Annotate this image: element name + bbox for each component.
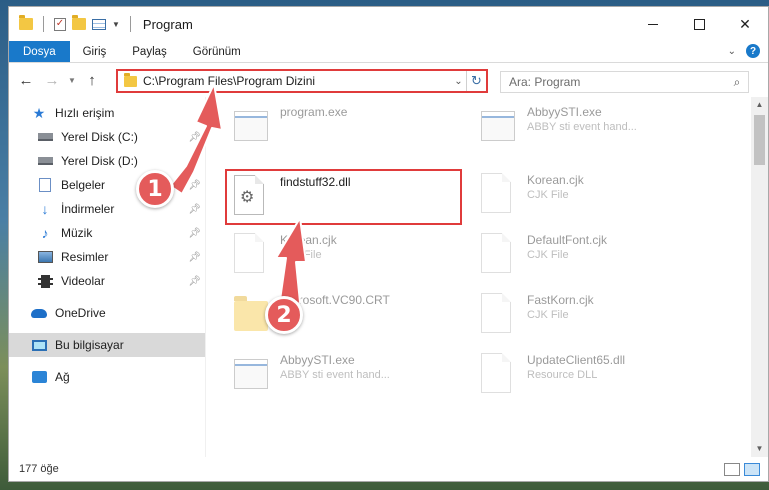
callout-badge-1: 1 [136, 170, 174, 208]
callout-badge-2: 2 [265, 296, 303, 334]
callout-arrows [169, 83, 307, 319]
arrow-1 [169, 83, 223, 195]
